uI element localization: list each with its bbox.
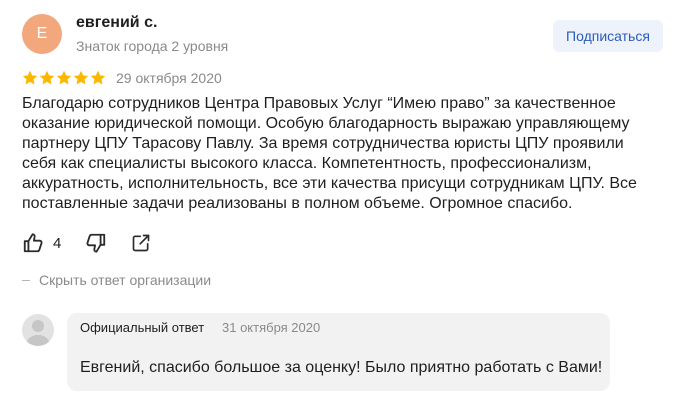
author-initial: Е xyxy=(36,25,48,42)
dislike-button[interactable] xyxy=(85,232,107,254)
review-actions: 4 xyxy=(22,231,151,255)
person-placeholder-icon xyxy=(26,320,50,346)
official-answer-text: Евгений, спасибо большое за оценку! Было… xyxy=(80,359,603,376)
review-date: 29 октября 2020 xyxy=(116,70,222,86)
star-icon xyxy=(22,70,38,85)
official-answer-date: 31 октября 2020 xyxy=(222,320,321,335)
org-avatar xyxy=(22,314,54,346)
review-text: Благодарю сотрудников Центра Правовых Ус… xyxy=(22,95,637,212)
star-icon xyxy=(56,70,72,85)
thumbs-down-icon xyxy=(86,233,106,253)
like-button[interactable]: 4 xyxy=(22,232,85,254)
subscribe-button[interactable]: Подписаться xyxy=(553,20,663,52)
star-icon xyxy=(90,70,106,85)
share-icon xyxy=(133,234,150,252)
official-answer: Официальный ответ 31 октября 2020 Евгени… xyxy=(67,313,610,391)
review-card: Е евгений с. Знаток города 2 уровня Подп… xyxy=(0,0,684,407)
star-icon xyxy=(73,70,89,85)
official-answer-label: Официальный ответ xyxy=(80,320,205,335)
author-avatar[interactable]: Е xyxy=(22,14,62,54)
star-icon xyxy=(39,70,55,85)
author-name[interactable]: евгений с. xyxy=(76,13,157,33)
rating-stars xyxy=(22,70,106,86)
dash-icon xyxy=(22,279,30,281)
hide-answer-label: Скрыть ответ организации xyxy=(39,272,212,288)
share-button[interactable] xyxy=(131,233,151,253)
author-level: Знаток города 2 уровня xyxy=(76,38,229,54)
like-count: 4 xyxy=(53,234,62,252)
thumbs-up-icon xyxy=(23,233,43,253)
hide-answer-toggle[interactable]: Скрыть ответ организации xyxy=(22,271,211,289)
